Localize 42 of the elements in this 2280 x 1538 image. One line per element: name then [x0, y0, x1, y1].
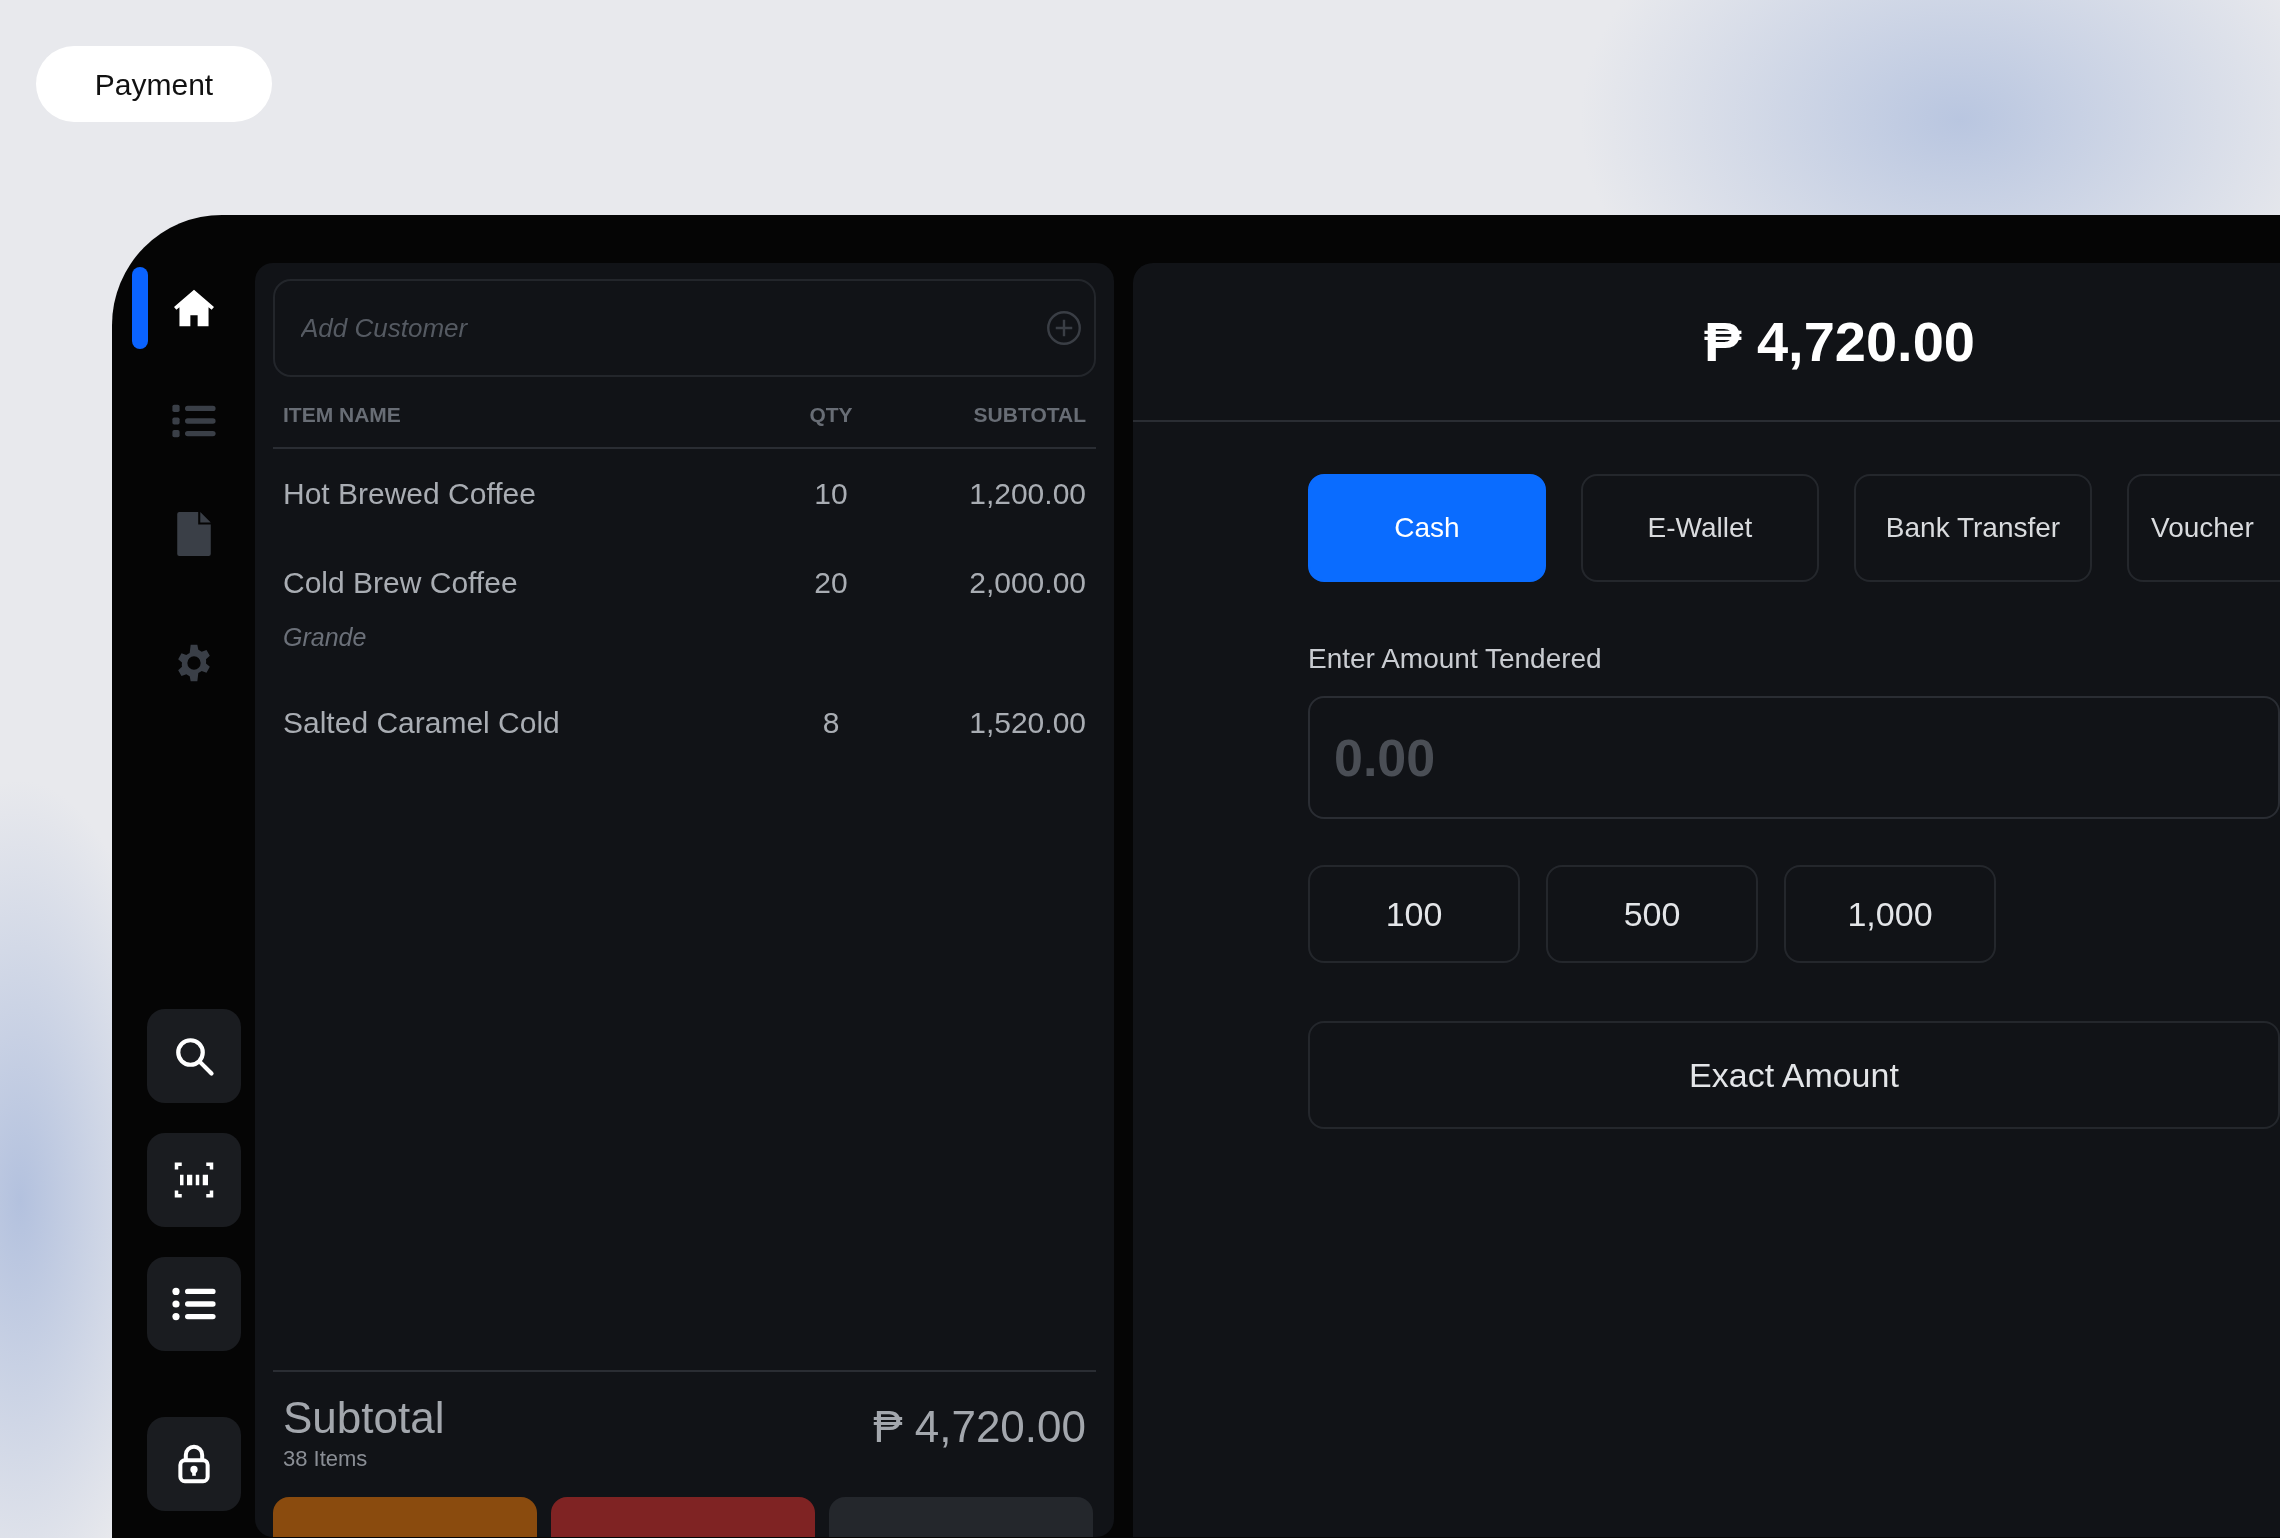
plus-circle-icon: [1046, 310, 1082, 346]
exact-amount-button[interactable]: Exact Amount: [1308, 1021, 2280, 1129]
item-name: Cold Brew Coffee: [283, 564, 519, 601]
payment-method-tab[interactable]: E-Wallet: [1581, 474, 1819, 582]
item-qty: 10: [814, 476, 848, 510]
quick-amount-button[interactable]: 100: [1308, 865, 1520, 963]
document-icon: [176, 512, 211, 556]
barcode-icon: [172, 1160, 215, 1200]
list-button[interactable]: [146, 1257, 241, 1351]
quick-amount-button[interactable]: 500: [1546, 865, 1758, 963]
item-name: Salted Caramel Cold: [283, 705, 561, 741]
action-button[interactable]: [829, 1497, 1093, 1537]
quick-amount-button[interactable]: 1,000: [1784, 865, 1996, 963]
action-button[interactable]: [273, 1497, 537, 1537]
search-button[interactable]: [146, 1009, 241, 1103]
item-subtotal: 2,000.00: [969, 565, 1086, 599]
list-icon: [171, 1286, 216, 1322]
column-header: QTY: [808, 402, 854, 428]
item-name: Hot Brewed Coffee: [283, 475, 537, 512]
action-button[interactable]: [551, 1497, 815, 1537]
payment-method-tab[interactable]: Voucher: [2127, 474, 2280, 582]
scan-button[interactable]: [146, 1133, 241, 1227]
page-label: Payment: [36, 46, 272, 122]
payment-method-tab[interactable]: Bank Transfer: [1854, 474, 2092, 582]
total-amount: ₱ 4,720.00: [1704, 308, 1975, 375]
item-count: 38 Items: [283, 1445, 369, 1473]
item-subtotal: 1,200.00: [969, 476, 1086, 510]
subtotal-amount: ₱ 4,720.00: [873, 1400, 1086, 1453]
payment-method-tab[interactable]: Cash: [1308, 474, 1546, 582]
item-qty: 8: [822, 706, 840, 739]
subtotal-label: Subtotal: [283, 1393, 445, 1442]
column-header: SUBTOTAL: [972, 402, 1086, 428]
lock-button[interactable]: [146, 1417, 241, 1511]
amount-field[interactable]: 0.00: [1308, 696, 2280, 819]
amount-label: Enter Amount Tendered: [1308, 642, 1603, 676]
column-header: ITEM NAME: [283, 402, 402, 428]
list-icon: [171, 403, 216, 439]
item-note: Grande: [283, 621, 368, 653]
lock-icon: [176, 1444, 211, 1484]
home-icon: [171, 288, 216, 328]
item-qty: 20: [814, 565, 848, 599]
item-subtotal: 1,520.00: [969, 706, 1086, 739]
